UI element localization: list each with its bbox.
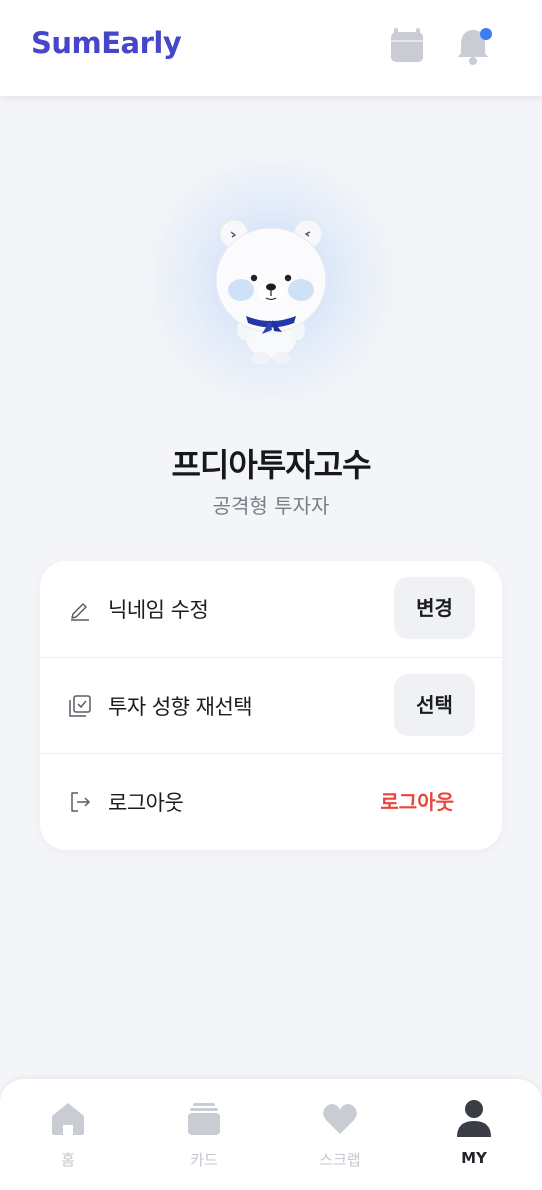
logout-button[interactable]: 로그아웃 — [380, 786, 454, 815]
edit-nickname-label: 닉네임 수정 — [108, 598, 209, 622]
nav-label-my: MY — [461, 1149, 487, 1167]
investor-type-label: 공격형 투자자 — [212, 494, 330, 518]
nav-item-home[interactable]: 홈 — [0, 1079, 136, 1190]
nav-label-home: 홈 — [61, 1151, 75, 1169]
pencil-icon — [71, 603, 89, 621]
nav-item-scrap[interactable]: 스크랩 — [272, 1079, 408, 1190]
select-tendency-button[interactable]: 선택 — [394, 674, 475, 736]
settings-row-reselect-tendency[interactable]: 투자 성향 재선택 선택 — [40, 657, 502, 753]
settings-card: 닉네임 수정 변경 투자 성향 재선택 선택 로그아웃 로그아웃 — [40, 561, 502, 850]
calendar-icon[interactable] — [389, 26, 425, 66]
cards-icon — [188, 1103, 220, 1135]
nav-item-my[interactable]: MY — [406, 1079, 542, 1190]
app-header: SumEarly — [0, 0, 542, 96]
settings-row-logout[interactable]: 로그아웃 로그아웃 — [40, 753, 502, 849]
nav-label-cards: 카드 — [190, 1151, 218, 1169]
polar-bear-mascot-avatar — [215, 219, 327, 364]
logout-icon — [71, 792, 91, 812]
home-icon — [52, 1103, 84, 1135]
nav-item-cards[interactable]: 카드 — [136, 1079, 272, 1190]
bottom-navigation: 홈 카드 스크랩 MY — [0, 1079, 542, 1190]
profile-nickname: 프디아투자고수 — [171, 446, 371, 484]
reselect-tendency-label: 투자 성향 재선택 — [108, 695, 253, 719]
app-logo[interactable]: SumEarly — [31, 26, 182, 60]
settings-row-edit-nickname[interactable]: 닉네임 수정 변경 — [40, 561, 502, 657]
checklist-icon — [69, 695, 91, 717]
logout-label: 로그아웃 — [108, 791, 184, 815]
person-icon — [457, 1100, 491, 1137]
notification-dot — [480, 28, 492, 40]
my-page: SumEarly 프디아투자고수 공격형 투자자 닉네임 수정 변경 투자 성향… — [0, 0, 542, 1190]
nav-label-scrap: 스크랩 — [319, 1151, 361, 1169]
heart-icon — [323, 1104, 357, 1134]
change-nickname-button[interactable]: 변경 — [394, 577, 475, 639]
